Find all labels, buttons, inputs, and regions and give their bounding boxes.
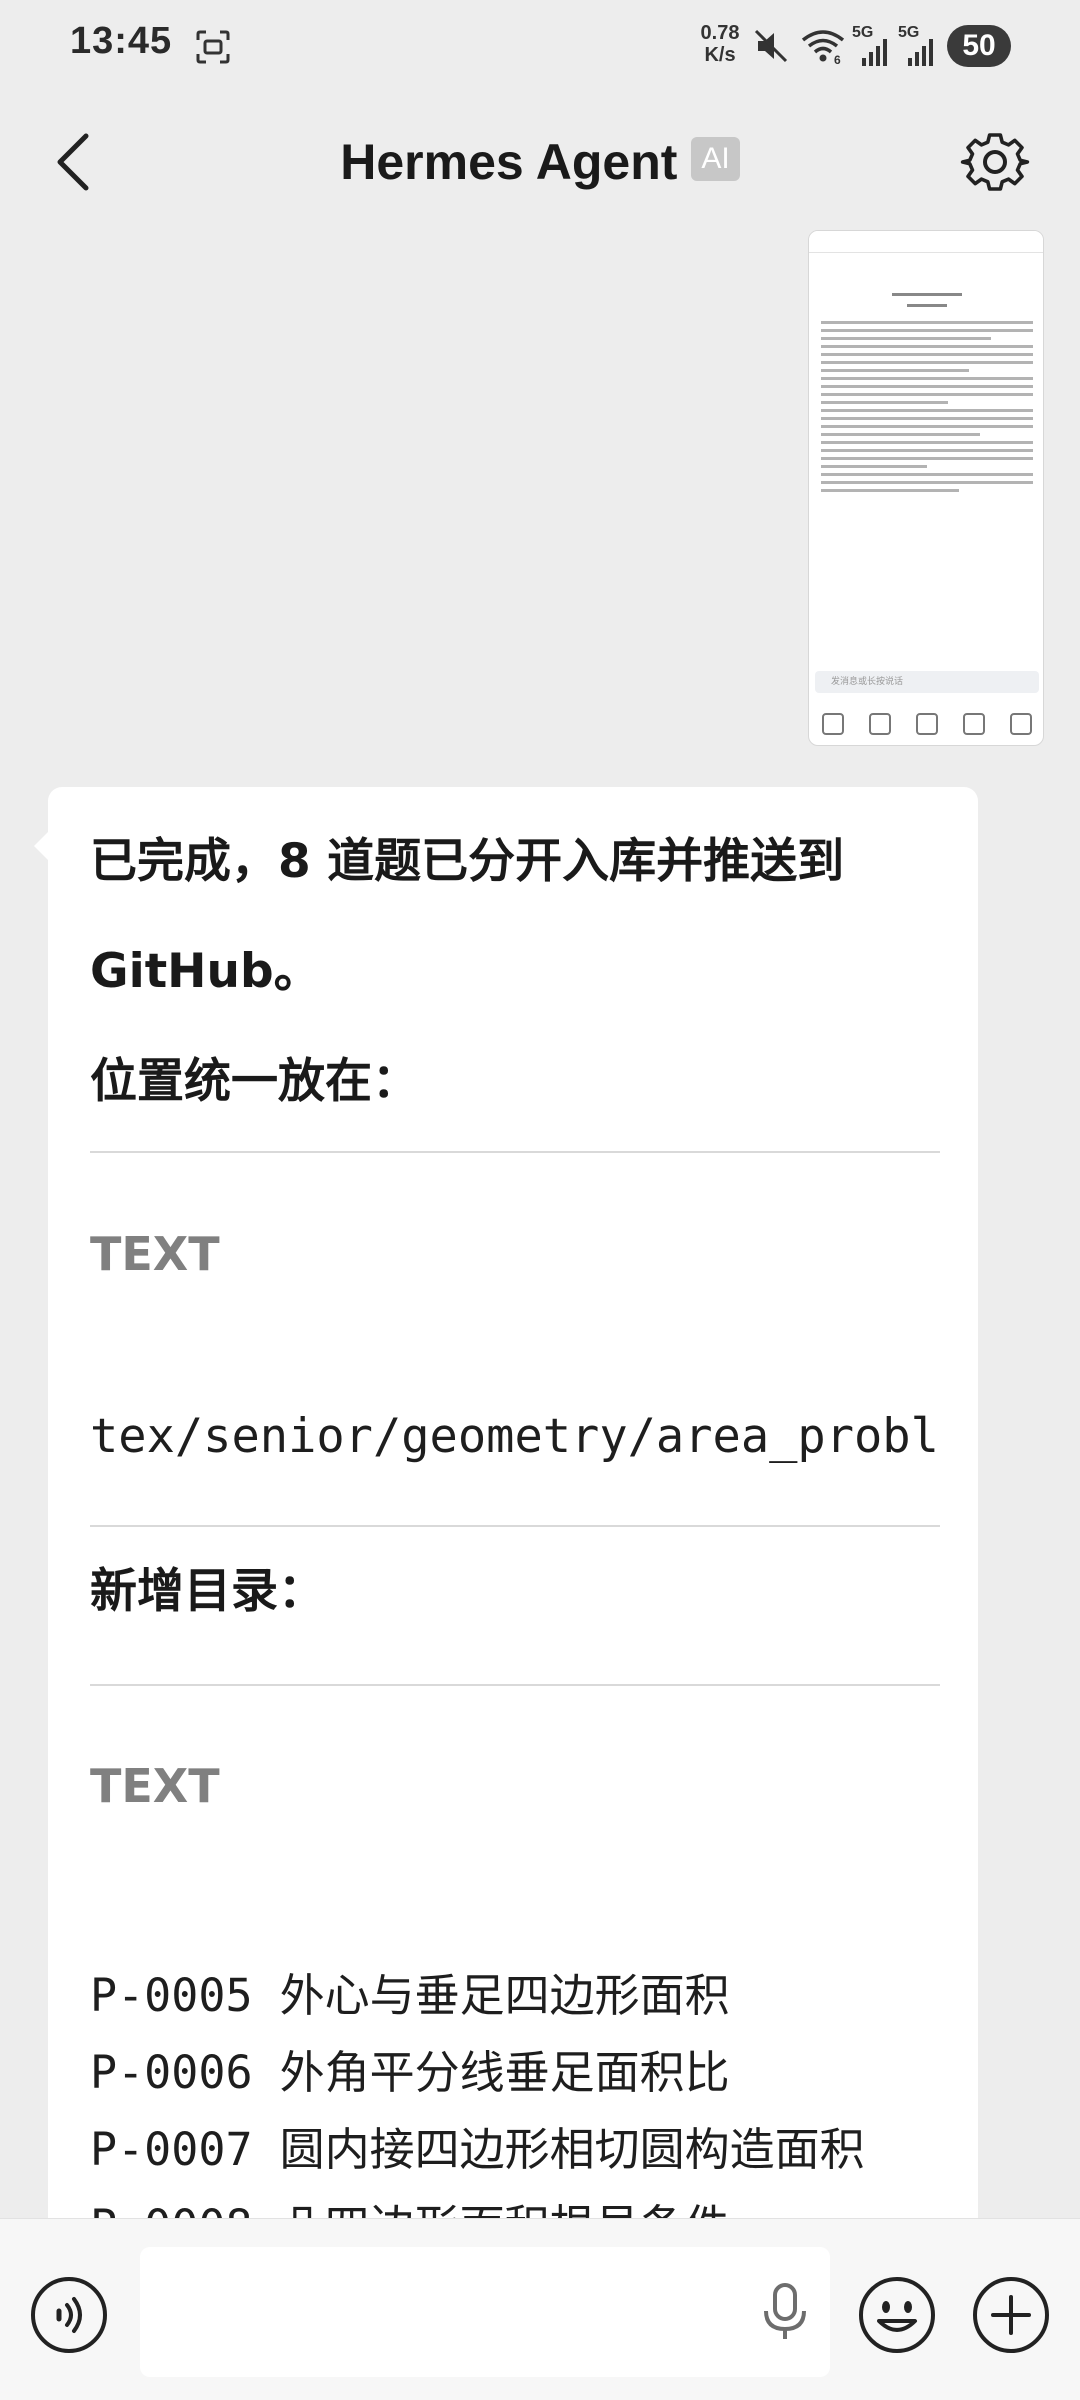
thumbnail-toolbar [809, 231, 1043, 253]
code-block-language: TEXT [90, 1759, 220, 1813]
code-block-dirs[interactable]: P-0005 外心与垂足四边形面积 P-0006 外角平分线垂足面积比 P-00… [90, 1957, 940, 2218]
message-bubble[interactable]: 已完成，8 道题已分开入库并推送到 GitHub。 位置统一放在： TEXT t… [48, 787, 978, 2218]
divider [90, 1684, 940, 1686]
thumbnail-search-bar: 发消息或长按说话 [815, 671, 1039, 693]
microphone-icon[interactable] [750, 2277, 820, 2347]
chat-header: Hermes Agent AI [0, 92, 1080, 230]
input-bar [0, 2218, 1080, 2400]
page-title: Hermes Agent [340, 134, 678, 190]
wifi-icon: 6 [801, 30, 845, 66]
emoji-icon[interactable] [857, 2275, 937, 2355]
location-heading: 位置统一放在： [90, 1054, 419, 1109]
status-time: 13:45 [70, 20, 173, 62]
svg-text:6: 6 [834, 53, 841, 66]
status-bar: 13:45 0.78 K/s 6 5G 5G 50 [0, 0, 1080, 92]
divider [90, 1151, 940, 1153]
chat-title: Hermes Agent AI [0, 122, 1080, 202]
plus-icon[interactable] [971, 2275, 1051, 2355]
code-block-path[interactable]: tex/senior/geometry/area_problems/ [90, 1409, 940, 1464]
net-speed: 0.78 K/s [700, 22, 740, 66]
chat-area[interactable]: 发消息或长按说话 已完成，8 道题已分开入库并推送到 GitHub。 位置统一放… [0, 230, 1080, 2218]
signal-icon: 5G [898, 24, 938, 66]
code-line: P-0007 圆内接四边形相切圆构造面积 [90, 2123, 865, 2176]
gear-icon[interactable] [955, 122, 1035, 202]
thumbnail-tools [809, 701, 1043, 745]
battery-icon: 50 [947, 25, 1011, 67]
ai-badge: AI [691, 137, 740, 181]
thumbnail-document [821, 281, 1033, 631]
signal-icon: 5G [852, 24, 892, 66]
code-line: P-0005 外心与垂足四边形面积 [90, 1969, 730, 2022]
mute-icon [754, 29, 788, 63]
divider [90, 1525, 940, 1527]
image-message-thumbnail[interactable]: 发消息或长按说话 [808, 230, 1044, 746]
new-dirs-heading: 新增目录： [90, 1564, 325, 1619]
message-input[interactable] [140, 2247, 830, 2377]
code-line: P-0008 凸四边形面积根号条件 [90, 2188, 940, 2218]
screenshot-icon [196, 30, 230, 64]
voice-icon[interactable] [29, 2275, 109, 2355]
message-intro: 已完成，8 道题已分开入库并推送到 GitHub。 [90, 834, 845, 999]
code-line: P-0006 外角平分线垂足面积比 [90, 2046, 730, 2099]
code-block-language: TEXT [90, 1227, 220, 1281]
